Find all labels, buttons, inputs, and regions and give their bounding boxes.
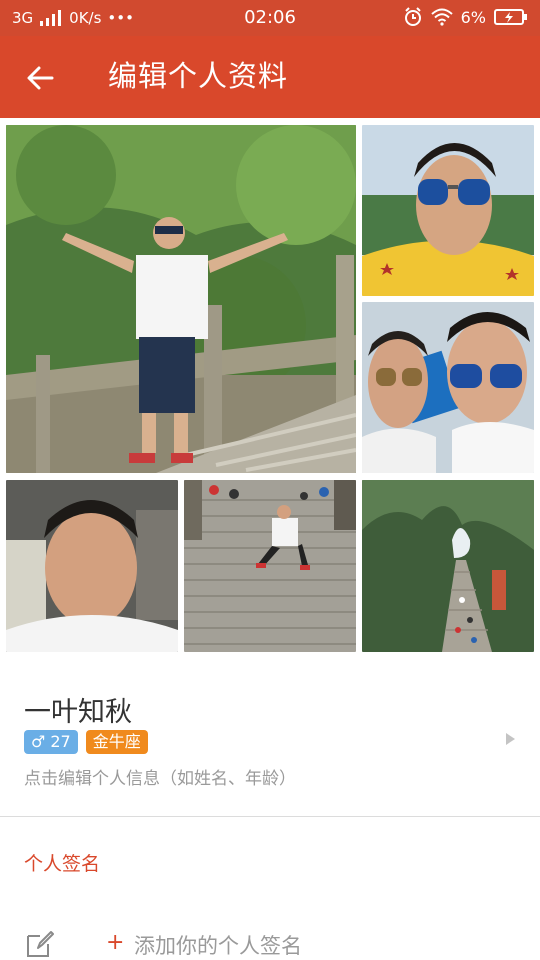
photo-two-sunglasses-selfie [362,302,534,473]
profile-badges: ♂ 27 金牛座 [24,730,148,754]
profile-photo-main[interactable] [6,125,356,473]
profile-photo-5[interactable] [184,480,356,652]
alarm-icon [404,7,421,26]
edit-info-hint: 点击编辑个人信息（如姓名、年龄） [24,769,296,789]
gender-age-badge: ♂ 27 [24,730,78,754]
profile-photo-3[interactable] [362,302,534,473]
section-divider [0,816,540,817]
battery-percent: 6% [460,7,486,27]
photo-mountain-cave-stairs [362,480,534,652]
signature-section-label: 个人签名 [24,853,101,875]
page-title: 编辑个人资料 [108,59,289,93]
photo-car-selfie [6,480,178,652]
zodiac-value: 金牛座 [92,732,141,751]
back-arrow-icon[interactable] [20,58,60,98]
app-toolbar: 编辑个人资料 [0,36,540,118]
photo-sitting-on-stairs [184,480,356,652]
battery-charging-icon [494,9,527,25]
wifi-icon [430,8,453,26]
status-right: 6% [403,7,528,27]
chevron-right-icon [506,733,515,745]
profile-info-section[interactable]: 一叶知秋 ♂ 27 金牛座 点击编辑个人信息（如姓名、年龄） [0,650,540,816]
plus-icon: + [106,930,125,955]
profile-name: 一叶知秋 [24,697,132,728]
profile-photo-4[interactable] [6,480,178,652]
add-signature-placeholder[interactable]: 添加你的个人签名 [134,930,302,960]
age-value: 27 [50,732,71,751]
status-bar: 3G 0K/s ••• 02:06 6% [0,0,540,36]
profile-photo-2[interactable] [362,125,534,296]
photo-selfie-yellow-shirt [362,125,534,296]
add-signature-row[interactable]: + 添加你的个人签名 [0,912,540,960]
profile-photo-6[interactable] [362,480,534,652]
zodiac-badge: 金牛座 [85,730,148,754]
male-icon: ♂ [31,732,46,751]
photo-man-on-stone-bridge [6,125,356,473]
edit-icon [27,931,54,957]
